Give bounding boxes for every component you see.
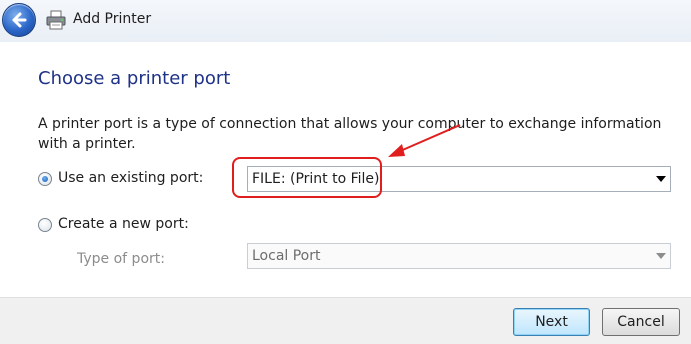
- cancel-button[interactable]: Cancel: [602, 308, 680, 336]
- existing-port-radio[interactable]: [38, 172, 52, 186]
- new-port-label: Create a new port:: [58, 216, 189, 232]
- dropdown-arrow-icon: [656, 176, 666, 182]
- port-type-value: Local Port: [252, 248, 321, 264]
- back-button[interactable]: [2, 3, 36, 37]
- dropdown-arrow-icon: [656, 253, 666, 259]
- window-title: Add Printer: [73, 11, 152, 27]
- dialog-footer: Next Cancel: [0, 297, 691, 344]
- page-description: A printer port is a type of connection t…: [38, 116, 662, 152]
- port-type-label: Type of port:: [77, 251, 165, 267]
- existing-port-label: Use an existing port:: [58, 170, 204, 186]
- back-arrow-icon: [12, 12, 27, 28]
- next-button[interactable]: Next: [513, 308, 590, 336]
- port-type-select[interactable]: Local Port: [247, 243, 671, 269]
- title-bar: Add Printer: [0, 0, 691, 42]
- printer-icon: [46, 10, 66, 30]
- annotation-highlight: [232, 157, 382, 198]
- annotation-arrow: [388, 124, 461, 157]
- page-heading: Choose a printer port: [38, 68, 231, 89]
- new-port-radio[interactable]: [38, 218, 52, 232]
